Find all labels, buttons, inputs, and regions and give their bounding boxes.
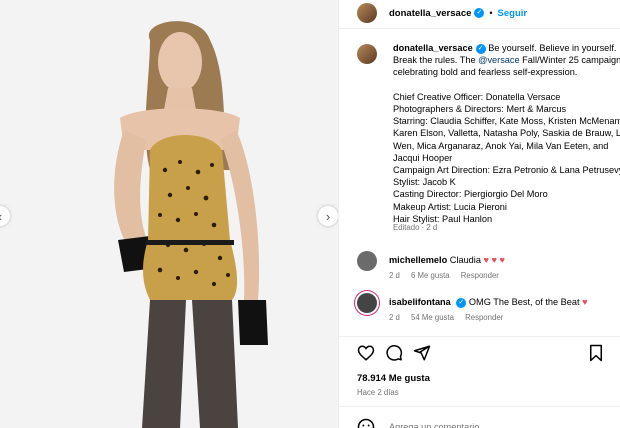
add-comment-bar xyxy=(357,418,591,428)
author-username[interactable]: donatella_versace xyxy=(389,8,471,19)
post-actions xyxy=(357,344,431,362)
add-comment-input[interactable] xyxy=(387,421,591,428)
post-photo: ‹ › xyxy=(0,0,338,428)
comment-likes[interactable]: 54 Me gusta xyxy=(411,313,454,322)
comment-username[interactable]: michellemelo xyxy=(389,255,447,265)
emoji-icon[interactable] xyxy=(357,418,375,428)
next-arrow-icon[interactable]: › xyxy=(318,206,338,226)
comment-text: michellemelo Claudia ♥ ♥ ♥ xyxy=(389,255,505,265)
separator-dot: • xyxy=(489,8,493,18)
like-heart-icon[interactable] xyxy=(357,344,375,362)
post-header: donatella_versace ✓ • Seguir xyxy=(357,0,620,26)
comment-time: 2 d xyxy=(389,313,400,322)
caption-username[interactable]: donatella_versace xyxy=(393,43,473,53)
posted-ago[interactable]: Hace 2 días xyxy=(357,388,399,397)
comment-meta: 2 d 6 Me gusta Responder xyxy=(389,271,508,280)
author-avatar[interactable] xyxy=(357,3,377,23)
caption-credits: Chief Creative Officer: Donatella Versac… xyxy=(393,91,620,224)
reply-button[interactable]: Responder xyxy=(465,313,503,322)
verified-badge-icon: ✓ xyxy=(475,43,486,54)
comment-username[interactable]: isabelifontana xyxy=(389,297,451,307)
comment-text: isabelifontana ✓ OMG The Best, of the Be… xyxy=(389,297,588,308)
post-image xyxy=(0,0,338,428)
post-sidebar: donatella_versace ✓ • Seguir donatella_v… xyxy=(338,0,620,428)
commenter-avatar[interactable] xyxy=(357,293,377,313)
comment-meta: 2 d 54 Me gusta Responder xyxy=(389,313,512,322)
edited-label: Editado · 2 d xyxy=(393,223,438,232)
caption-mention-link[interactable]: @versace xyxy=(478,55,520,65)
likes-count[interactable]: 78.914 Me gusta xyxy=(357,373,430,384)
caption-author-avatar[interactable] xyxy=(357,44,377,64)
comment-likes[interactable]: 6 Me gusta xyxy=(411,271,450,280)
heart-emoji: ♥ xyxy=(582,297,588,307)
comment-body: Claudia xyxy=(449,255,481,265)
verified-badge-icon: ✓ xyxy=(474,8,485,18)
comment-time: 2 d xyxy=(389,271,400,280)
comment-body: OMG The Best, of the Beat xyxy=(468,297,580,307)
share-icon[interactable] xyxy=(413,344,431,362)
save-bookmark-icon[interactable] xyxy=(587,344,605,362)
commenter-avatar[interactable] xyxy=(357,251,377,271)
follow-button[interactable]: Seguir xyxy=(498,8,528,19)
verified-badge-icon: ✓ xyxy=(456,297,467,308)
post-caption: donatella_versace ✓ Be yourself. Believe … xyxy=(393,42,620,225)
reply-button[interactable]: Responder xyxy=(461,271,499,280)
heart-emoji: ♥ ♥ ♥ xyxy=(483,255,505,265)
header-divider xyxy=(339,28,620,29)
actions-divider xyxy=(339,336,620,337)
comment-divider xyxy=(339,406,620,407)
comment-bubble-icon[interactable] xyxy=(385,344,403,362)
